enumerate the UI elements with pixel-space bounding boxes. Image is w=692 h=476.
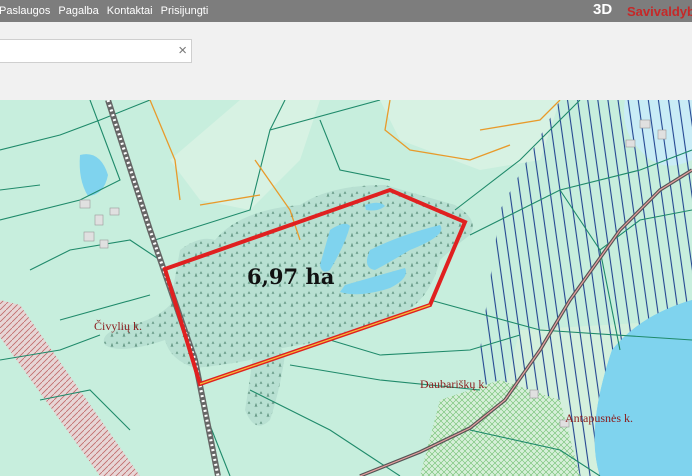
map-canvas[interactable]: 6,97 ha Čivylių k. Daubariškų k. Antapus… bbox=[0, 100, 692, 476]
place-label-civyliu: Čivylių k. bbox=[94, 319, 143, 333]
place-label-daubarisku: Daubariškų k. bbox=[420, 377, 488, 391]
main-nav: Paslaugos Pagalba Kontaktai Prisijungti bbox=[0, 0, 216, 22]
nav-paslaugos[interactable]: Paslaugos bbox=[0, 5, 50, 17]
nav-kontaktai[interactable]: Kontaktai bbox=[107, 5, 153, 17]
search-box: × bbox=[0, 39, 192, 63]
top-bar: Paslaugos Pagalba Kontaktai Prisijungti … bbox=[0, 0, 692, 22]
clear-icon[interactable]: × bbox=[178, 42, 187, 60]
pond bbox=[79, 154, 108, 196]
nav-prisijungti[interactable]: Prisijungti bbox=[161, 5, 209, 17]
nav-pagalba[interactable]: Pagalba bbox=[58, 5, 98, 17]
3d-button[interactable]: 3D bbox=[593, 1, 612, 18]
brand-link[interactable]: Savivaldyb bbox=[627, 4, 692, 19]
field-area bbox=[170, 100, 320, 210]
place-label-antapusnes: Antapusnės k. bbox=[565, 411, 633, 425]
area-label: 6,97 ha bbox=[247, 264, 335, 289]
search-input[interactable] bbox=[0, 40, 169, 62]
